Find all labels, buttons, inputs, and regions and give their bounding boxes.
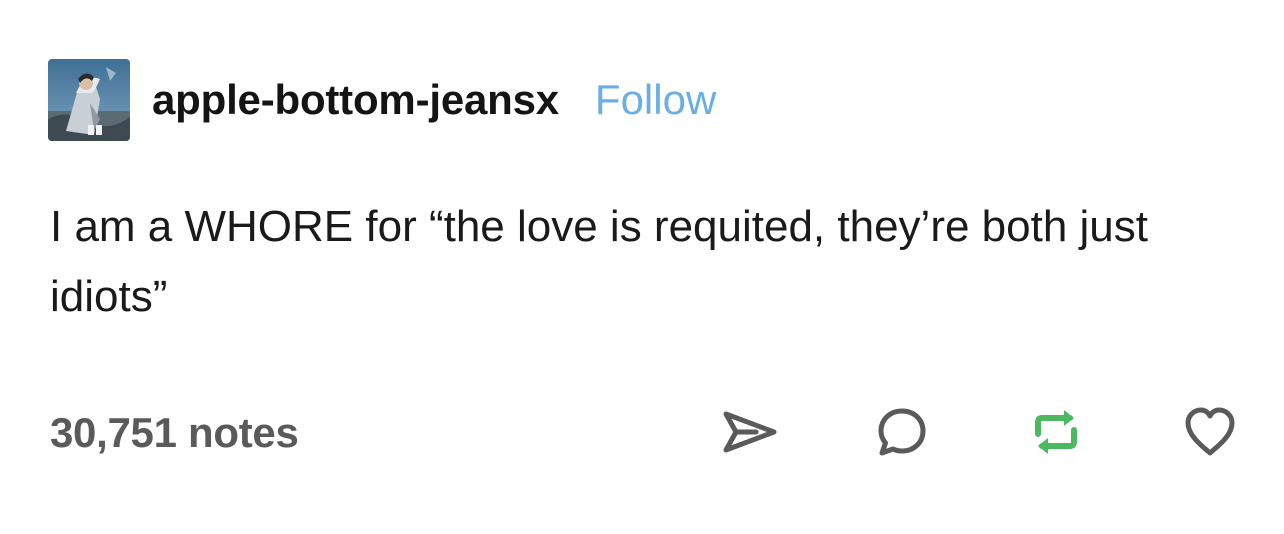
blog-name[interactable]: apple-bottom-jeansx	[152, 76, 559, 124]
post-actions	[720, 402, 1240, 462]
reblog-icon	[1035, 410, 1077, 454]
reply-button[interactable]	[872, 402, 932, 462]
follow-button[interactable]: Follow	[595, 76, 716, 124]
heart-icon	[1185, 407, 1235, 456]
share-button[interactable]	[720, 402, 780, 462]
post-header: apple-bottom-jeansx Follow	[48, 58, 716, 142]
reply-icon	[878, 408, 926, 456]
avatar[interactable]	[48, 59, 130, 141]
reblog-button[interactable]	[1026, 402, 1086, 462]
like-button[interactable]	[1180, 402, 1240, 462]
post-text: I am a WHORE for “the love is requited, …	[50, 202, 1149, 321]
post-footer: 30,751 notes	[50, 402, 1240, 462]
share-icon	[723, 411, 777, 453]
notes-count[interactable]: 30,751 notes	[50, 409, 299, 457]
